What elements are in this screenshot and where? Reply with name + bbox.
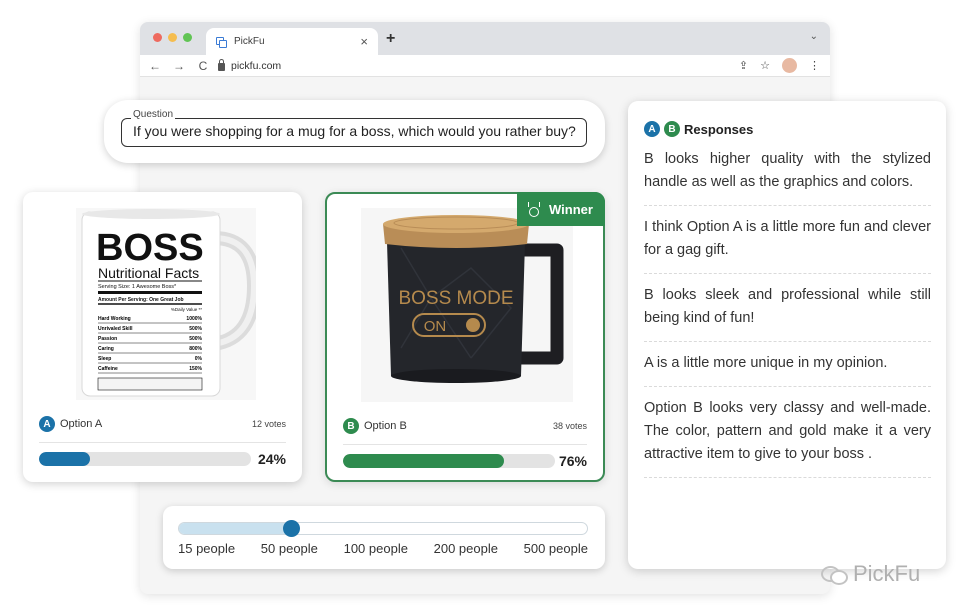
response-item: B looks higher quality with the stylized… <box>644 147 931 206</box>
pickfu-poll-stage: PickFu × + ⌄ ← → C pickfu.com ⇪ ☆ ⋮ If y… <box>0 0 970 616</box>
nutrition-row-value: 500% <box>189 336 202 342</box>
audience-slider-fill <box>179 523 291 534</box>
url-field[interactable]: pickfu.com <box>218 58 282 72</box>
browser-tab[interactable]: PickFu × <box>206 28 378 55</box>
nutrition-row-label: Caffeine <box>98 366 118 372</box>
svg-text:%Daily Value **: %Daily Value ** <box>171 307 202 312</box>
response-item: B looks sleek and professional while sti… <box>644 274 931 342</box>
option-b-result: 76% <box>343 453 587 469</box>
winner-badge: Winner <box>517 192 605 226</box>
browser-menu-icon[interactable]: ⋮ <box>809 59 820 72</box>
option-a-mug-image: BOSS Nutritional Facts Serving Size: 1 A… <box>76 208 262 400</box>
bookmark-star-icon[interactable]: ☆ <box>760 59 770 72</box>
forward-arrow-icon[interactable]: → <box>172 59 186 73</box>
close-tab-icon[interactable]: × <box>360 34 368 49</box>
audience-tick[interactable]: 200 people <box>434 541 498 556</box>
option-b-mug-image: BOSS MODE ON <box>361 208 573 402</box>
responses-list: B looks higher quality with the stylized… <box>644 147 931 478</box>
close-window-button[interactable] <box>153 33 162 42</box>
wechat-icon <box>821 564 848 585</box>
boss-mode-mug-icon: BOSS MODE ON <box>383 215 564 383</box>
nutrition-row-label: Sleep <box>98 356 111 362</box>
nutrition-row-value: 1000% <box>186 316 202 322</box>
responses-title: Responses <box>684 121 754 137</box>
nutrition-row-value: 500% <box>189 326 202 332</box>
responses-panel: A B Responses B looks higher quality wit… <box>628 101 946 569</box>
option-b-header: B Option B 38 votes <box>343 418 587 434</box>
svg-text:BOSS MODE: BOSS MODE <box>398 288 513 309</box>
nutrition-row-label: Unrivaled Skill <box>98 326 133 332</box>
response-item: I think Option A is a little more fun an… <box>644 206 931 274</box>
watermark-text: PickFu <box>853 561 921 586</box>
responses-badge-a: A <box>644 121 660 137</box>
responses-header: A B Responses <box>644 121 931 137</box>
profile-avatar[interactable] <box>782 58 797 73</box>
pickfu-favicon-icon <box>216 36 227 48</box>
maximize-window-button[interactable] <box>183 33 192 42</box>
boss-nutrition-mug-icon: BOSS Nutritional Facts Serving Size: 1 A… <box>81 209 262 397</box>
reload-icon[interactable]: C <box>196 59 210 73</box>
option-b-progress-fill <box>343 454 505 468</box>
responses-badge-b: B <box>664 121 680 137</box>
option-a-label: Option A <box>60 418 103 430</box>
audience-tick[interactable]: 100 people <box>344 541 408 556</box>
audience-slider-thumb[interactable] <box>282 520 300 537</box>
option-a-progress-fill <box>39 452 90 466</box>
option-b-card[interactable]: BOSS MODE ON Winner B Option B 38 votes … <box>325 192 605 482</box>
option-b-votes: 38 votes <box>552 421 587 431</box>
option-a-votes: 12 votes <box>251 419 286 429</box>
new-tab-icon[interactable]: + <box>386 30 395 48</box>
minimize-window-button[interactable] <box>168 33 177 42</box>
window-controls <box>153 33 192 42</box>
nutrition-row-label: Passion <box>98 336 117 342</box>
option-a-badge: A <box>39 416 55 432</box>
audience-tick[interactable]: 500 people <box>524 541 588 556</box>
option-a-divider <box>39 442 286 443</box>
svg-text:Serving Size: 1 Awesome Boss*: Serving Size: 1 Awesome Boss* <box>98 284 177 290</box>
share-icon[interactable]: ⇪ <box>739 59 748 72</box>
nutrition-row-label: Hard Working <box>98 316 131 322</box>
option-b-badge: B <box>343 418 359 434</box>
option-a-progress-bar <box>39 452 251 466</box>
svg-text:BOSS: BOSS <box>96 227 204 269</box>
response-item: A is a little more unique in my opinion. <box>644 342 931 387</box>
option-a-header: A Option A 12 votes <box>39 416 286 432</box>
back-arrow-icon[interactable]: ← <box>148 59 162 73</box>
question-card: If you were shopping for a mug for a bos… <box>104 100 605 163</box>
option-b-divider <box>343 444 587 445</box>
option-a-card[interactable]: BOSS Nutritional Facts Serving Size: 1 A… <box>23 192 302 482</box>
option-b-label: Option B <box>364 420 407 432</box>
option-a-result: 24% <box>39 451 286 467</box>
tab-title: PickFu <box>234 36 265 47</box>
response-item: Option B looks very classy and well-made… <box>644 387 931 478</box>
url-text: pickfu.com <box>231 59 282 72</box>
tab-list-chevron-icon[interactable]: ⌄ <box>810 31 818 42</box>
nutrition-row-value: 150% <box>189 366 202 372</box>
address-bar-actions: ⇪ ☆ ⋮ <box>739 58 820 73</box>
question-text: If you were shopping for a mug for a bos… <box>133 123 576 139</box>
audience-tick[interactable]: 50 people <box>261 541 318 556</box>
option-a-percent: 24% <box>257 451 286 467</box>
svg-text:ON: ON <box>424 318 447 335</box>
svg-text:Amount Per Serving: One Great: Amount Per Serving: One Great Job <box>98 297 184 303</box>
audience-size-card: 15 people 50 people 100 people 200 peopl… <box>163 506 605 569</box>
nutrition-row-value: 800% <box>189 346 202 352</box>
question-field: If you were shopping for a mug for a bos… <box>121 118 587 147</box>
audience-slider-track[interactable] <box>178 520 588 537</box>
pickfu-watermark: PickFu <box>821 561 920 587</box>
winner-label: Winner <box>549 201 593 217</box>
nutrition-row-value: 0% <box>195 356 203 362</box>
question-legend: Question <box>131 109 176 120</box>
audience-tick[interactable]: 15 people <box>178 541 235 556</box>
lock-icon <box>218 58 225 71</box>
option-b-percent: 76% <box>558 453 587 469</box>
nutrition-row-label: Caring <box>98 346 114 352</box>
audience-ticks: 15 people 50 people 100 people 200 peopl… <box>178 541 588 556</box>
medal-icon <box>527 202 541 217</box>
tab-bar: PickFu × + ⌄ <box>140 22 830 55</box>
svg-text:Nutritional Facts: Nutritional Facts <box>98 265 199 281</box>
address-bar: ← → C pickfu.com ⇪ ☆ ⋮ <box>140 55 830 77</box>
option-b-progress-bar <box>343 454 555 468</box>
